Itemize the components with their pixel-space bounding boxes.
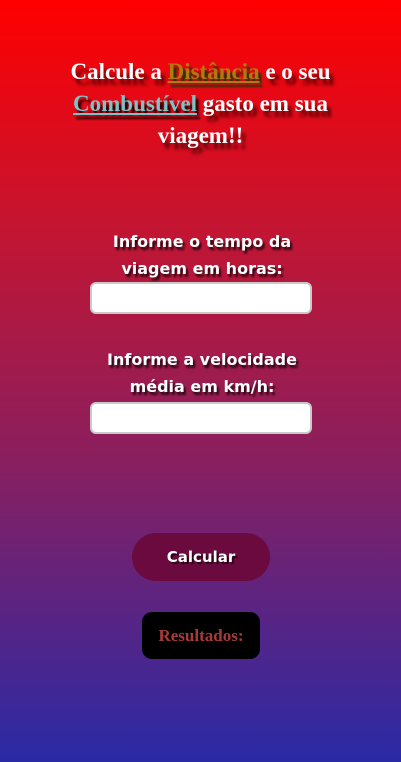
page-heading: Calcule a Distância e o seu Combustível …	[30, 56, 371, 152]
heading-text-part1: Calcule a	[70, 59, 168, 84]
heading-distance-word: Distância	[167, 59, 260, 84]
time-label: Informe o tempo da viagem em horas:	[112, 232, 292, 278]
results-label: Resultados:	[158, 625, 244, 645]
heading-fuel-word: Combustível	[73, 91, 197, 116]
speed-label: Informe a velocidade média em km/h:	[107, 350, 297, 396]
speed-input[interactable]	[90, 402, 312, 434]
heading-text-part2: e o seu	[259, 59, 331, 84]
results-box: Resultados:	[142, 612, 260, 659]
time-input[interactable]	[90, 282, 312, 314]
calculate-button[interactable]: Calcular	[132, 533, 270, 581]
